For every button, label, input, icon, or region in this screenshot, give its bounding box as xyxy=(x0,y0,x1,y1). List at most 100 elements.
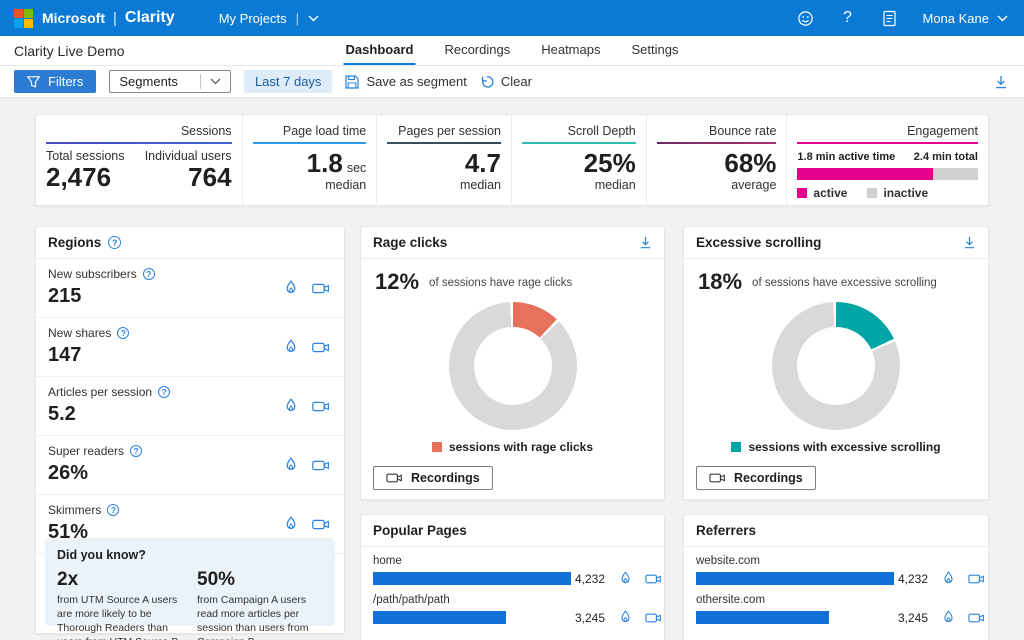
recordings-camera-icon[interactable] xyxy=(312,400,330,413)
filters-button[interactable]: Filters xyxy=(14,70,96,93)
fact-text: from UTM Source A users are more likely … xyxy=(57,594,183,640)
download-icon[interactable] xyxy=(639,236,652,249)
engagement-bar xyxy=(797,168,978,180)
rage-clicks-percent: 12% xyxy=(375,269,419,295)
help-circle-icon[interactable]: ? xyxy=(130,445,142,457)
date-range-chip[interactable]: Last 7 days xyxy=(244,70,333,93)
metric-scroll-depth: Scroll Depth 25% median xyxy=(512,115,647,205)
metric-underline xyxy=(253,142,367,144)
release-notes-icon[interactable] xyxy=(881,9,899,27)
bar-fill xyxy=(696,572,894,585)
recordings-camera-icon[interactable] xyxy=(645,573,662,585)
help-icon[interactable]: ? xyxy=(839,9,857,27)
topbar-actions: ? Mona Kane xyxy=(797,9,1009,27)
download-dashboard-icon[interactable] xyxy=(994,75,1008,89)
metric-label: Scroll Depth xyxy=(522,124,636,138)
region-label: Articles per session xyxy=(48,385,152,399)
my-projects-menu[interactable]: My Projects | xyxy=(219,11,319,26)
metrics-summary-card: Sessions Total sessions 2,476 Individual… xyxy=(35,114,989,206)
bounce-rate-stat: average xyxy=(657,178,777,192)
clear-label: Clear xyxy=(501,74,532,89)
excessive-scrolling-percent: 18% xyxy=(698,269,742,295)
brand: Microsoft | Clarity xyxy=(42,9,175,27)
help-circle-icon[interactable]: ? xyxy=(158,386,170,398)
heatmap-icon[interactable] xyxy=(942,571,955,586)
help-circle-icon[interactable]: ? xyxy=(108,236,121,249)
inactive-swatch xyxy=(867,188,877,198)
heatmap-icon[interactable] xyxy=(284,457,298,473)
excessive-scrolling-header: Excessive scrolling xyxy=(684,227,988,259)
recordings-camera-icon[interactable] xyxy=(312,282,330,295)
metric-label: Sessions xyxy=(46,124,232,138)
metric-underline xyxy=(46,142,232,144)
save-as-segment-button[interactable]: Save as segment xyxy=(345,74,466,89)
tab-heatmaps[interactable]: Heatmaps xyxy=(539,36,602,65)
fact-text: from Campaign A users read more articles… xyxy=(197,594,323,640)
chevron-down-icon xyxy=(308,15,319,22)
recordings-camera-icon[interactable] xyxy=(968,612,985,624)
rage-swatch xyxy=(432,442,442,452)
user-menu[interactable]: Mona Kane xyxy=(923,11,1009,26)
save-icon xyxy=(345,75,359,89)
region-label: Skimmers xyxy=(48,503,101,517)
recordings-camera-icon[interactable] xyxy=(312,341,330,354)
metric-bounce-rate: Bounce rate 68% average xyxy=(647,115,788,205)
help-circle-icon[interactable]: ? xyxy=(107,504,119,516)
tab-dashboard[interactable]: Dashboard xyxy=(344,36,416,65)
heatmap-icon[interactable] xyxy=(619,571,632,586)
rage-recordings-button[interactable]: Recordings xyxy=(373,466,493,490)
metric-underline xyxy=(657,142,777,144)
funnel-icon xyxy=(27,76,40,88)
brand-microsoft: Microsoft xyxy=(42,10,105,26)
help-circle-icon[interactable]: ? xyxy=(143,268,155,280)
region-item-new-shares: New shares? 147 xyxy=(36,318,344,377)
rage-legend-label: sessions with rage clicks xyxy=(449,440,593,454)
segments-dropdown[interactable]: Segments xyxy=(109,70,231,93)
bar-chart xyxy=(373,572,571,585)
recordings-camera-icon[interactable] xyxy=(968,573,985,585)
region-item-articles-per-session: Articles per session? 5.2 xyxy=(36,377,344,436)
rage-clicks-title: Rage clicks xyxy=(373,235,447,250)
heatmap-icon[interactable] xyxy=(284,339,298,355)
tab-settings[interactable]: Settings xyxy=(629,36,680,65)
engagement-bar-active-fill xyxy=(797,168,932,180)
help-circle-icon[interactable]: ? xyxy=(117,327,129,339)
filter-bar: Filters Segments Last 7 days Save as seg… xyxy=(0,66,1024,98)
regions-header: Regions ? xyxy=(36,227,344,259)
metric-underline xyxy=(797,142,978,144)
page-row-home: home 4,232 xyxy=(361,547,664,586)
rage-clicks-description: of sessions have rage clicks xyxy=(429,277,572,289)
heatmap-icon[interactable] xyxy=(619,610,632,625)
region-label: New subscribers xyxy=(48,267,137,281)
feedback-smiley-icon[interactable] xyxy=(797,9,815,27)
region-item-new-subscribers: New subscribers? 215 xyxy=(36,259,344,318)
download-icon[interactable] xyxy=(963,236,976,249)
clear-button[interactable]: Clear xyxy=(480,74,532,89)
excessive-scrolling-legend: sessions with excessive scrolling xyxy=(684,440,988,454)
heatmap-icon[interactable] xyxy=(284,280,298,296)
rage-clicks-header: Rage clicks xyxy=(361,227,664,259)
recordings-camera-icon[interactable] xyxy=(312,518,330,531)
recordings-camera-icon[interactable] xyxy=(645,612,662,624)
total-time-label: 2.4 min total xyxy=(914,151,978,163)
referrers-title: Referrers xyxy=(696,523,756,538)
recordings-camera-icon[interactable] xyxy=(312,459,330,472)
bounce-rate-value: 68% xyxy=(724,148,776,178)
heatmap-icon[interactable] xyxy=(284,516,298,532)
scroll-depth-stat: median xyxy=(522,178,636,192)
regions-card: Regions ? New subscribers? 215 New share… xyxy=(35,226,345,634)
metric-engagement: Engagement 1.8 min active time 2.4 min t… xyxy=(787,115,988,205)
popular-pages-card: Popular Pages home 4,232 /path/path/path… xyxy=(360,514,665,640)
excess-swatch xyxy=(731,442,741,452)
region-label: New shares xyxy=(48,326,111,340)
page-load-unit: sec xyxy=(347,161,366,175)
heatmap-icon[interactable] xyxy=(284,398,298,414)
excess-recordings-button[interactable]: Recordings xyxy=(696,466,816,490)
referrers-header: Referrers xyxy=(684,515,988,547)
top-app-bar: Microsoft | Clarity My Projects | ? Mona… xyxy=(0,0,1024,36)
heatmap-icon[interactable] xyxy=(942,610,955,625)
tab-recordings[interactable]: Recordings xyxy=(442,36,512,65)
metric-pages-per-session: Pages per session 4.7 median xyxy=(377,115,512,205)
scroll-depth-value: 25% xyxy=(584,148,636,178)
total-sessions-value: 2,476 xyxy=(46,163,125,192)
